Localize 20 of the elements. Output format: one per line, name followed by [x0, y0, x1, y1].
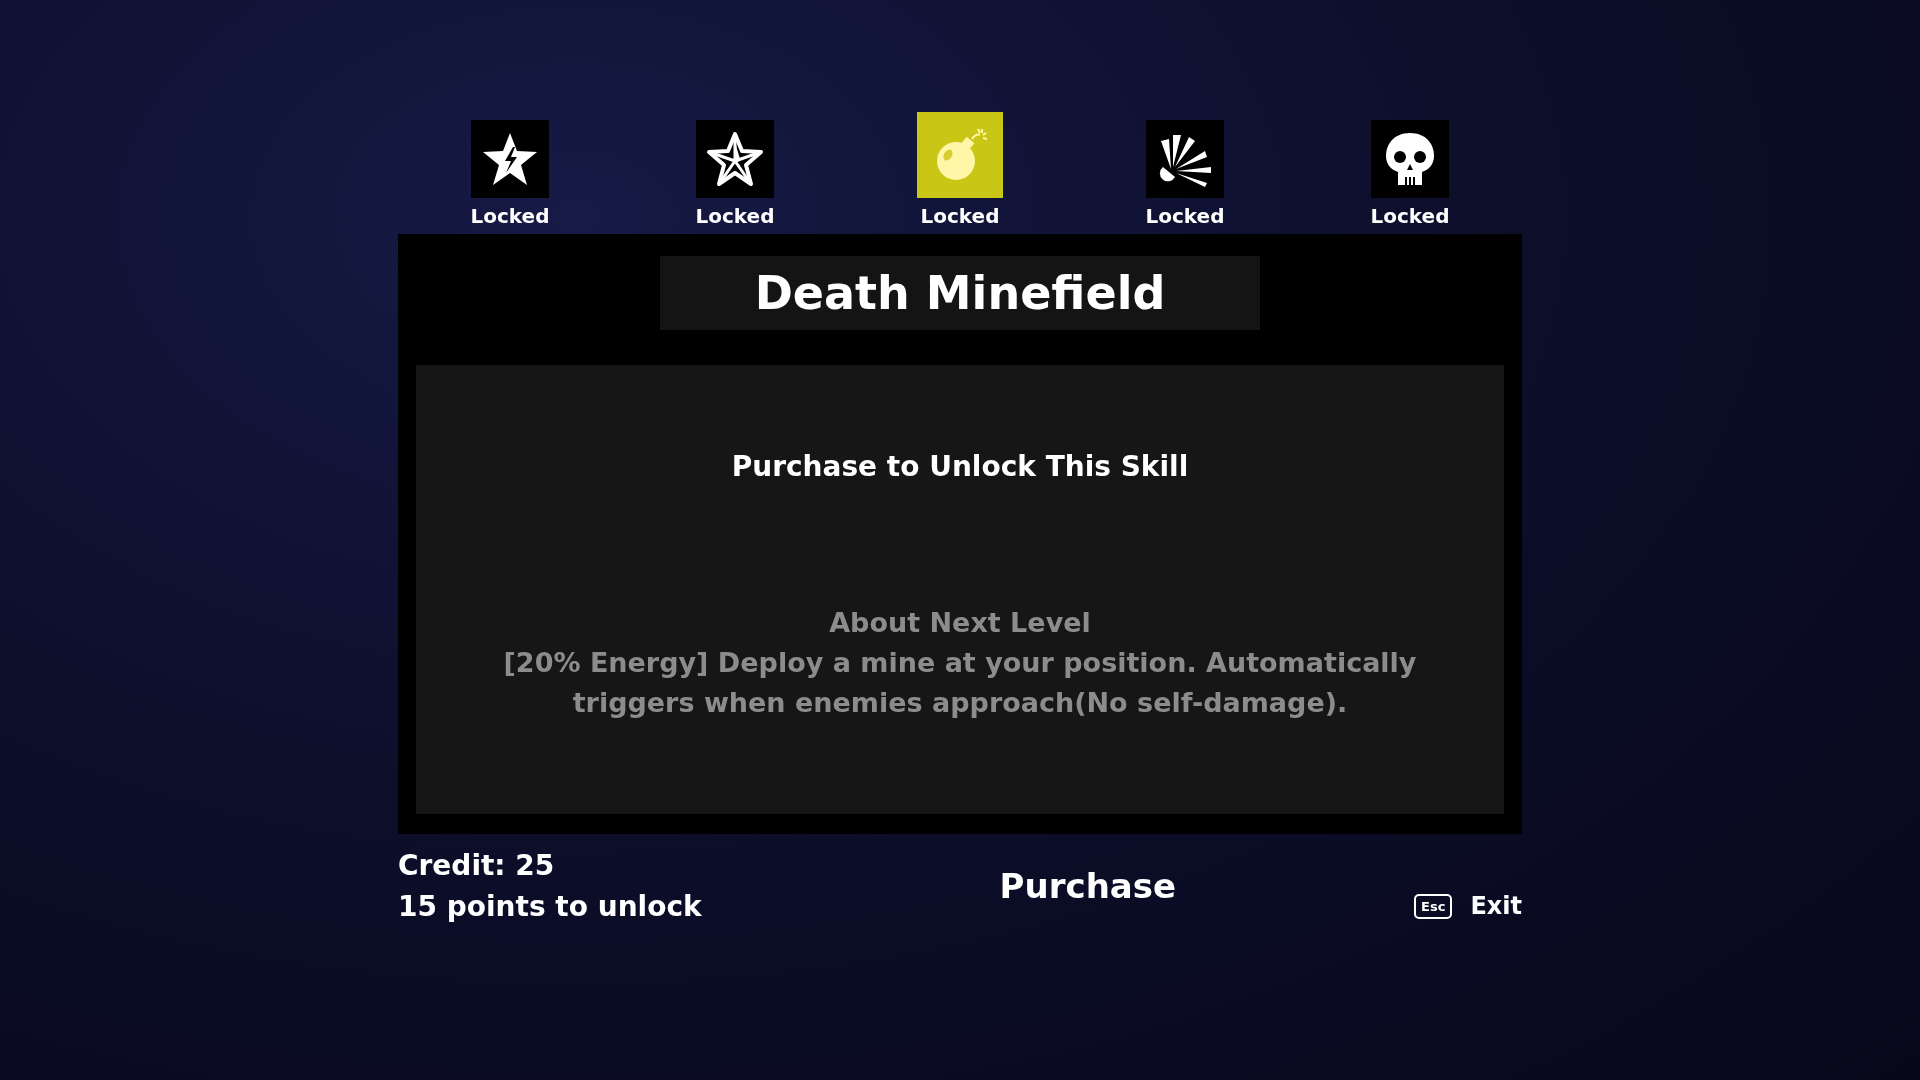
skill-tile[interactable]: [471, 120, 549, 198]
skill-status: Locked: [1145, 204, 1225, 228]
skill-status: Locked: [1370, 204, 1450, 228]
skill-status: Locked: [695, 204, 775, 228]
star-icon: [705, 129, 765, 189]
skill-tile[interactable]: [696, 120, 774, 198]
unlock-cost: 15 points to unlock: [398, 890, 702, 923]
purchase-button[interactable]: Purchase: [991, 862, 1185, 910]
skill-status: Locked: [470, 204, 550, 228]
next-level-description: [20% Energy] Deploy a mine at your position. Automatically triggers when enemies approach(No self-damage).: [502, 646, 1418, 720]
credit-balance: Credit: 25: [398, 849, 556, 882]
skill-tile[interactable]: [1146, 120, 1224, 198]
unlock-message: Purchase to Unlock This Skill: [731, 450, 1189, 483]
next-level-heading: About Next Level: [828, 606, 1092, 640]
skill-status: Locked: [920, 204, 1000, 228]
exit-button[interactable]: Exit: [1470, 892, 1522, 920]
esc-key-hint: Esc: [1414, 893, 1453, 919]
skill-title: Death Minefield: [660, 256, 1260, 330]
skill-tile[interactable]: [917, 112, 1003, 198]
skill-tile[interactable]: [1371, 120, 1449, 198]
